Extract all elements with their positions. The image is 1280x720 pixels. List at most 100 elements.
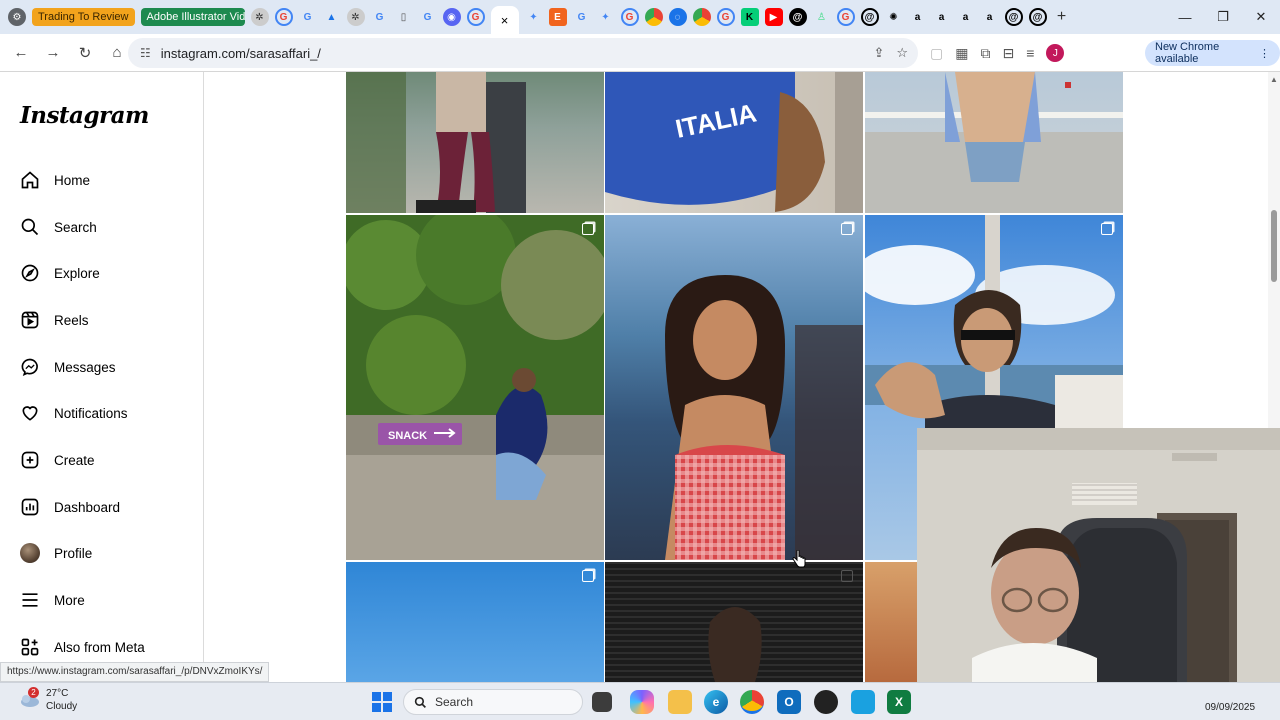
- chrome-update-button[interactable]: New Chrome available ⋮: [1145, 40, 1280, 66]
- scrollbar-thumb[interactable]: [1271, 210, 1277, 282]
- nav-reels[interactable]: Reels: [20, 305, 89, 335]
- nav-search[interactable]: Search: [20, 212, 97, 242]
- weather-badge: 2: [28, 687, 39, 698]
- file-explorer-icon[interactable]: [668, 690, 692, 714]
- instagram-logo[interactable]: Instagram: [20, 102, 149, 129]
- restore-icon[interactable]: ❐: [1204, 0, 1242, 34]
- media-control-icon[interactable]: ≡: [1026, 45, 1034, 61]
- tab-favicon-discord[interactable]: ◉: [442, 8, 461, 26]
- nav-more[interactable]: More: [20, 585, 85, 615]
- minimize-icon[interactable]: —: [1166, 0, 1204, 34]
- home-icon: [21, 171, 39, 189]
- snack-sign-text: SNACK: [388, 430, 427, 442]
- post-thumbnail[interactable]: ITALIA: [605, 72, 863, 213]
- pinned-tab-trading[interactable]: Trading To Review: [32, 8, 135, 26]
- tab-favicon-google[interactable]: G: [419, 8, 437, 26]
- close-window-icon[interactable]: ✕: [1242, 0, 1280, 34]
- chrome-menu-icon[interactable]: ⚙: [8, 8, 26, 26]
- profile-avatar[interactable]: J: [1046, 44, 1065, 62]
- tab-favicon-google[interactable]: G: [274, 8, 293, 26]
- obs-icon[interactable]: [814, 690, 838, 714]
- nav-create[interactable]: Create: [20, 445, 95, 475]
- outlook-icon[interactable]: O: [777, 690, 801, 714]
- address-url[interactable]: instagram.com/sarasaffari_/: [161, 46, 874, 61]
- window-controls: — ❐ ✕: [1166, 0, 1280, 34]
- tab-favicon-amazon[interactable]: a: [957, 8, 975, 26]
- tab-favicon-chrome[interactable]: [692, 8, 711, 26]
- excel-icon[interactable]: X: [887, 690, 911, 714]
- app-icon[interactable]: [851, 690, 875, 714]
- post-thumbnail[interactable]: [865, 72, 1123, 213]
- tab-favicon-gemini[interactable]: ✦: [597, 8, 615, 26]
- tab-favicon-android[interactable]: ♙: [813, 8, 831, 26]
- tab-favicon-google[interactable]: G: [299, 8, 317, 26]
- tab-favicon-chrome[interactable]: [644, 8, 663, 26]
- extensions-puzzle-icon[interactable]: ⧉: [980, 45, 990, 62]
- tab-favicon-threads[interactable]: @: [1004, 8, 1023, 26]
- nav-explore[interactable]: Explore: [20, 258, 100, 288]
- post-image: [865, 72, 1123, 213]
- address-bar[interactable]: ☷ instagram.com/sarasaffari_/ ⇪ ☆: [128, 38, 918, 68]
- tab-favicon-amazon[interactable]: a: [909, 8, 927, 26]
- post-thumbnail[interactable]: [346, 562, 604, 682]
- nav-dashboard-label: Dashboard: [54, 499, 121, 515]
- copilot-icon[interactable]: [630, 690, 654, 714]
- tab-favicon-kickstarter[interactable]: K: [740, 8, 759, 26]
- tab-favicon-etsy[interactable]: E: [548, 8, 567, 26]
- nav-dashboard[interactable]: Dashboard: [20, 492, 120, 522]
- post-thumbnail[interactable]: [605, 562, 863, 682]
- bookmark-star-icon[interactable]: ☆: [896, 45, 908, 61]
- nav-notifications[interactable]: Notifications: [20, 398, 128, 428]
- tab-favicon-google[interactable]: G: [620, 8, 639, 26]
- post-thumbnail[interactable]: [605, 215, 863, 560]
- nav-explore-label: Explore: [54, 265, 100, 281]
- new-tab-button[interactable]: +: [1053, 8, 1071, 26]
- tab-favicon-settings[interactable]: ✲: [250, 8, 269, 26]
- tab-favicon-threads[interactable]: @: [860, 8, 879, 26]
- tab-favicon-settings[interactable]: ✲: [346, 8, 365, 26]
- tab-favicon-google[interactable]: G: [716, 8, 735, 26]
- tab-favicon-google[interactable]: G: [466, 8, 485, 26]
- install-app-icon[interactable]: ⇪: [873, 45, 884, 61]
- taskbar-search-box[interactable]: Search: [403, 689, 583, 715]
- tab-favicon-threads[interactable]: @: [788, 8, 807, 26]
- tab-favicon-google[interactable]: G: [371, 8, 389, 26]
- nav-home[interactable]: Home: [20, 165, 90, 195]
- tab-favicon-gemini[interactable]: ✦: [525, 8, 543, 26]
- reload-icon[interactable]: ↻: [70, 38, 100, 68]
- tab-favicon-drive[interactable]: ▲: [323, 8, 341, 26]
- tab-favicon-openai[interactable]: ✺: [885, 8, 903, 26]
- nav-also-from-meta[interactable]: Also from Meta: [20, 632, 145, 662]
- hamburger-menu-icon: [22, 593, 38, 607]
- active-tab-close-icon[interactable]: ×: [490, 6, 519, 34]
- weather-widget[interactable]: 2 27°C Cloudy: [18, 687, 77, 713]
- tab-favicon-threads[interactable]: @: [1028, 8, 1047, 26]
- heart-icon: [22, 406, 38, 421]
- site-info-icon[interactable]: ☷: [140, 46, 151, 60]
- chrome-taskbar-icon[interactable]: [740, 690, 764, 714]
- tab-favicon-document[interactable]: ▯: [395, 8, 413, 26]
- tab-favicon-edge[interactable]: ◌: [668, 8, 687, 26]
- edge-browser-icon[interactable]: e: [704, 690, 728, 714]
- mouse-cursor-icon: [792, 550, 806, 568]
- extension-icon[interactable]: ▦: [955, 45, 968, 62]
- post-thumbnail[interactable]: SNACK: [346, 215, 604, 560]
- tab-favicon-google[interactable]: G: [836, 8, 855, 26]
- task-view-icon[interactable]: [592, 692, 612, 712]
- tab-favicon-amazon[interactable]: a: [981, 8, 999, 26]
- tab-favicon-amazon[interactable]: a: [933, 8, 951, 26]
- back-arrow-icon[interactable]: ←: [6, 38, 36, 68]
- tab-favicon-youtube[interactable]: ▶: [764, 8, 783, 26]
- scroll-up-arrow-icon[interactable]: ▲: [1270, 75, 1278, 84]
- forward-arrow-icon[interactable]: →: [38, 38, 68, 68]
- post-thumbnail[interactable]: [346, 72, 604, 213]
- nav-profile[interactable]: Profile: [20, 538, 92, 568]
- extension-icon[interactable]: ▢: [930, 45, 943, 62]
- pinned-tab-illustrator[interactable]: Adobe Illustrator Vide: [140, 8, 245, 26]
- toolbar-extensions: ▢ ▦ ⧉ ⊟ ≡ J: [930, 38, 1065, 68]
- tab-favicon-google[interactable]: G: [573, 8, 591, 26]
- tab-search-icon[interactable]: ⊟: [1002, 45, 1014, 62]
- nav-messages[interactable]: Messages: [20, 352, 116, 382]
- kebab-menu-icon[interactable]: ⋮: [1259, 47, 1270, 60]
- windows-start-icon[interactable]: [371, 691, 393, 713]
